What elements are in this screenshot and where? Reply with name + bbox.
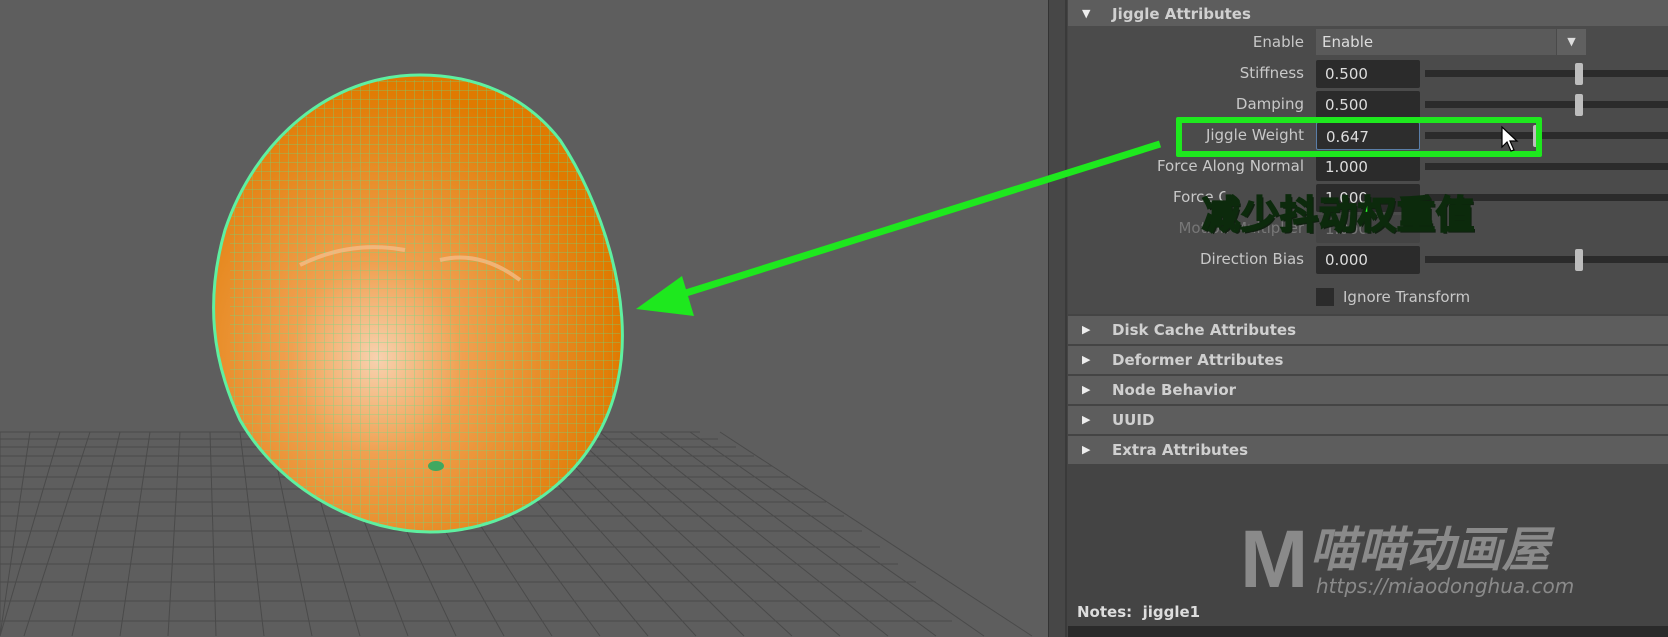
notes-label: Notes: jiggle1: [1077, 603, 1201, 621]
attr-label: Damping: [1235, 95, 1304, 113]
attr-value-field[interactable]: 0.500: [1316, 91, 1420, 119]
jiggle-attributes-body: Enable Enable ▼ Stiffness 0.500 Damping 0.50…: [1068, 26, 1668, 314]
row-damping: Damping 0.500: [1068, 90, 1668, 120]
slider-thumb[interactable]: [1575, 94, 1583, 116]
expanded-icon: ▼: [1082, 7, 1091, 20]
section-disk-cache-attributes[interactable]: ▶ Disk Cache Attributes: [1068, 316, 1668, 344]
section-uuid[interactable]: ▶ UUID: [1068, 406, 1668, 434]
row-stiffness: Stiffness 0.500: [1068, 59, 1668, 89]
attr-label: Direction Bias: [1200, 250, 1304, 268]
slider-thumb[interactable]: [1575, 249, 1583, 271]
caption-text: 减少抖动权重值: [1201, 192, 1476, 238]
watermark-logo: M 喵喵动画屋 https://miaodonghua.com: [1240, 514, 1575, 605]
head-mesh: [212, 73, 624, 534]
row-direction-bias: Direction Bias 0.000: [1068, 245, 1668, 275]
viewport-scene: [0, 73, 1033, 637]
attr-label: Force Along Normal: [1156, 157, 1304, 175]
attr-slider[interactable]: [1425, 94, 1668, 116]
collapsed-icon: ▶: [1082, 413, 1091, 426]
collapsed-icon: ▶: [1082, 383, 1091, 396]
enable-dropdown[interactable]: Enable ▼: [1316, 29, 1586, 55]
chevron-down-icon: ▼: [1556, 29, 1586, 55]
section-node-behavior[interactable]: ▶ Node Behavior: [1068, 376, 1668, 404]
row-enable: Enable Enable ▼: [1068, 28, 1668, 58]
notes-field[interactable]: [1068, 626, 1668, 637]
section-extra-attributes[interactable]: ▶ Extra Attributes: [1068, 436, 1668, 464]
attr-value-field[interactable]: 0.500: [1316, 60, 1420, 88]
attr-value-field[interactable]: 0.000: [1316, 246, 1420, 274]
collapsed-icon: ▶: [1082, 443, 1091, 456]
collapsed-icon: ▶: [1082, 323, 1091, 336]
panel-divider[interactable]: [1049, 0, 1067, 637]
attr-slider[interactable]: [1425, 163, 1668, 170]
attr-slider[interactable]: [1425, 63, 1668, 85]
section-jiggle-attributes[interactable]: ▼ Jiggle Attributes: [1068, 0, 1668, 28]
ignore-transform-checkbox[interactable]: [1316, 288, 1334, 306]
attr-slider[interactable]: [1425, 249, 1668, 271]
mouse-cursor-icon: [1500, 125, 1520, 153]
collapsed-icon: ▶: [1082, 353, 1091, 366]
highlight-box: [1176, 117, 1542, 157]
3d-viewport[interactable]: [0, 0, 1048, 637]
row-ignore-transform: Ignore Transform: [1068, 284, 1668, 314]
attr-value-field[interactable]: 1.000: [1316, 153, 1420, 181]
section-deformer-attributes[interactable]: ▶ Deformer Attributes: [1068, 346, 1668, 374]
slider-thumb[interactable]: [1575, 63, 1583, 85]
attr-label: Stiffness: [1239, 64, 1304, 82]
